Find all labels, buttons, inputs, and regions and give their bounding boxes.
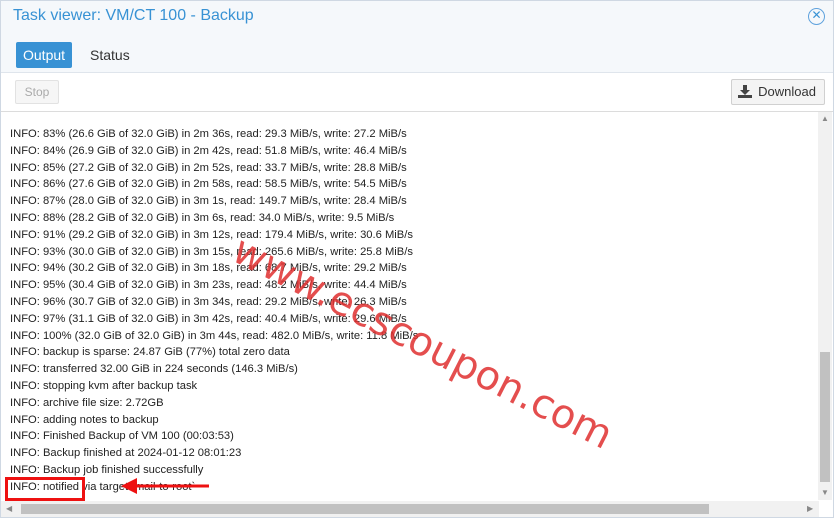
download-icon — [738, 85, 753, 99]
log-line: INFO: 83% (26.6 GiB of 32.0 GiB) in 2m 3… — [10, 128, 407, 140]
log-line: INFO: stopping kvm after backup task — [10, 380, 198, 392]
stop-button[interactable]: Stop — [15, 80, 59, 104]
download-label: Download — [758, 84, 816, 99]
log-line: INFO: 86% (27.6 GiB of 32.0 GiB) in 2m 5… — [10, 178, 407, 191]
scroll-up-icon[interactable]: ▲ — [821, 114, 829, 123]
annotation-arrow-icon — [121, 478, 209, 494]
toolbar: Stop Download — [1, 73, 833, 112]
tab-output[interactable]: Output — [16, 42, 73, 68]
log-line: INFO: 93% (30.0 GiB of 32.0 GiB) in 3m 1… — [10, 245, 413, 258]
horizontal-scrollbar[interactable]: ◀ ▶ — [1, 501, 819, 517]
close-icon[interactable]: ✕ — [808, 8, 825, 25]
log-line: INFO: 94% (30.2 GiB of 32.0 GiB) in 3m 1… — [10, 262, 407, 275]
scroll-down-icon[interactable]: ▼ — [821, 488, 829, 497]
window-title: Task viewer: VM/CT 100 - Backup — [13, 7, 254, 24]
vertical-scroll-thumb[interactable] — [820, 352, 830, 482]
task-ok-highlight-box — [5, 477, 85, 501]
tab-bar: Output Status — [1, 34, 833, 73]
vertical-scrollbar[interactable]: ▲ ▼ — [818, 112, 832, 500]
log-line: INFO: 88% (28.2 GiB of 32.0 GiB) in 3m 6… — [10, 212, 395, 224]
task-log-output: INFO: 83% (26.6 GiB of 32.0 GiB) in 2m 3… — [1, 112, 819, 500]
log-line: INFO: archive file size: 2.72GB — [10, 396, 164, 409]
log-line: INFO: adding notes to backup — [10, 413, 159, 426]
task-viewer-window: Task viewer: VM/CT 100 - Backup ✕ Output… — [0, 0, 834, 518]
download-button[interactable]: Download — [731, 79, 825, 105]
log-line: INFO: 87% (28.0 GiB of 32.0 GiB) in 3m 1… — [10, 195, 407, 208]
horizontal-scroll-thumb[interactable] — [21, 504, 709, 514]
title-bar: Task viewer: VM/CT 100 - Backup ✕ — [1, 1, 833, 34]
scroll-right-icon[interactable]: ▶ — [807, 504, 813, 513]
log-line: INFO: Finished Backup of VM 100 (00:03:5… — [10, 430, 234, 443]
tab-status[interactable]: Status — [83, 42, 137, 68]
log-line: INFO: 91% (29.2 GiB of 32.0 GiB) in 3m 1… — [10, 228, 413, 241]
log-line: INFO: 85% (27.2 GiB of 32.0 GiB) in 2m 5… — [10, 161, 407, 174]
log-line: INFO: 84% (26.9 GiB of 32.0 GiB) in 2m 4… — [10, 144, 407, 157]
log-line: INFO: backup is sparse: 24.87 GiB (77%) … — [10, 346, 290, 359]
log-line: INFO: Backup finished at 2024-01-12 08:0… — [10, 447, 242, 460]
scroll-left-icon[interactable]: ◀ — [6, 504, 12, 513]
log-line: INFO: transferred 32.00 GiB in 224 secon… — [10, 363, 298, 376]
